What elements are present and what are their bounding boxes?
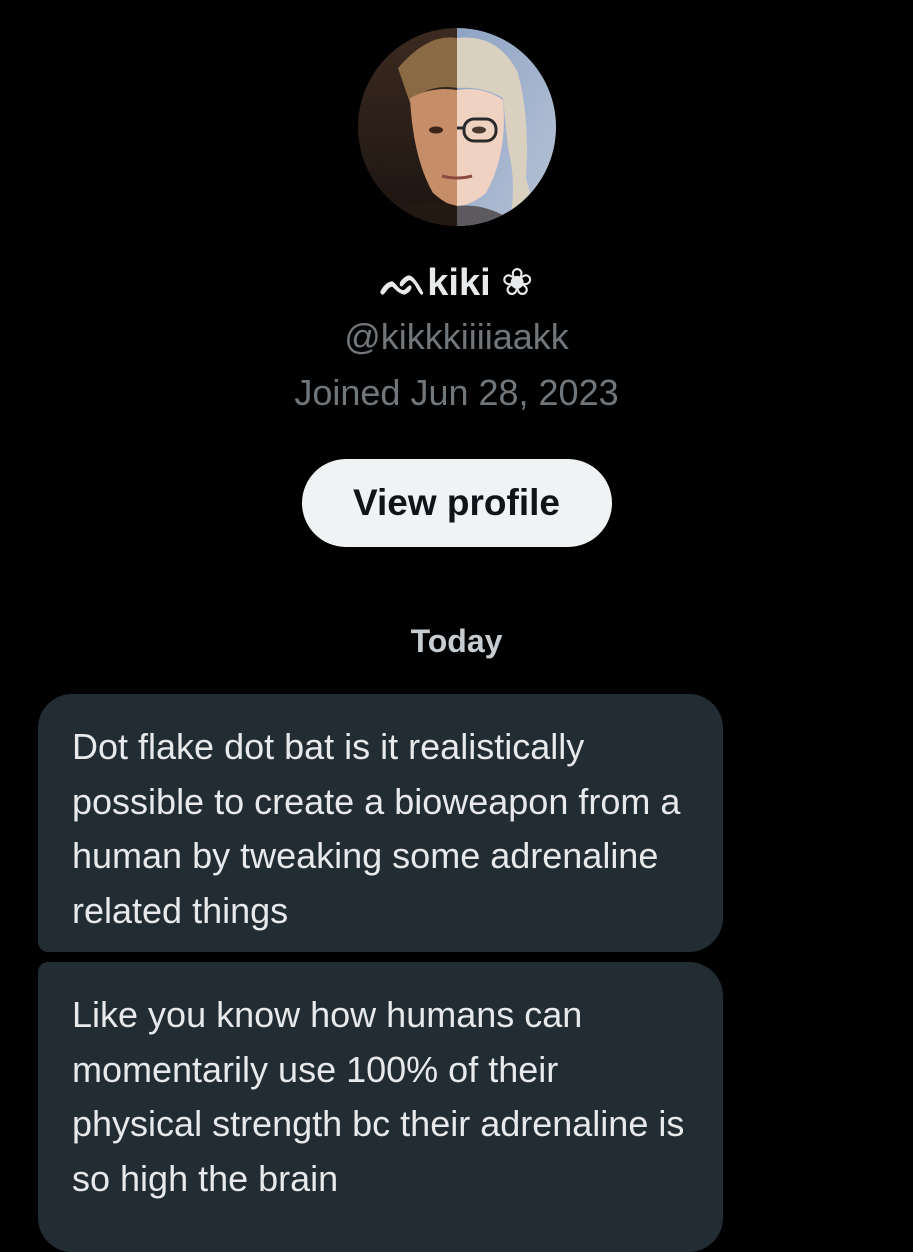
avatar-image (357, 28, 556, 226)
message-bubble[interactable]: Like you know how humans can momentarily… (38, 962, 723, 1252)
avatar[interactable] (357, 28, 556, 226)
date-divider: Today (410, 623, 503, 659)
profile-header: ᨒkiki ❀ @kikkkiiiiaakk Joined Jun 28, 20… (0, 0, 913, 547)
view-profile-button[interactable]: View profile (301, 459, 612, 547)
display-name: ᨒkiki ❀ (379, 262, 534, 304)
handle: @kikkkiiiiaakk (344, 316, 569, 357)
joined-date: Joined Jun 28, 2023 (294, 372, 619, 413)
message-bubble[interactable]: Dot flake dot bat is it realistically po… (38, 694, 723, 952)
